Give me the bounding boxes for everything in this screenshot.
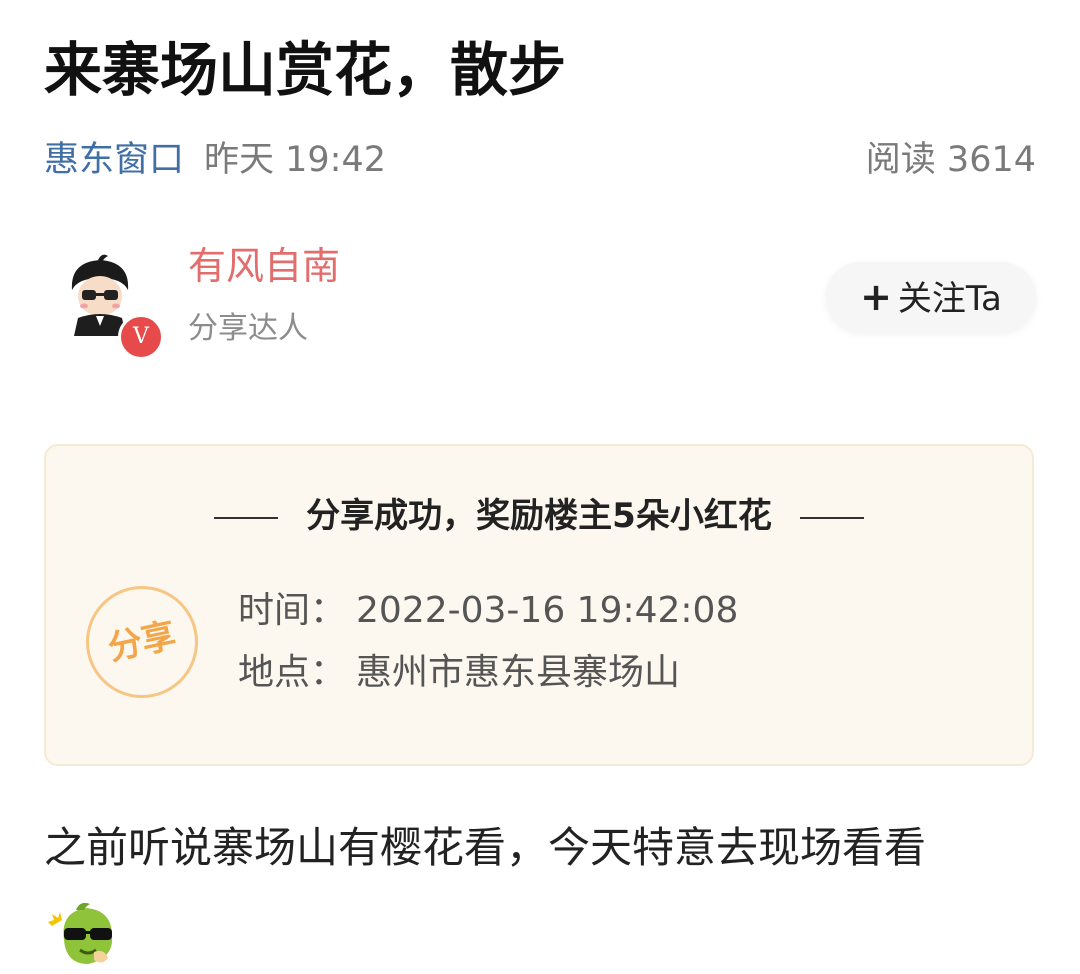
plus-icon: +	[860, 275, 892, 319]
cool-sunglasses-emoji-icon	[46, 896, 126, 970]
card-heading-text: 分享成功，奖励楼主5朵小红花	[306, 496, 772, 536]
divider	[799, 516, 864, 519]
time-label: 时间：	[238, 590, 347, 631]
share-success-card: 分享成功，奖励楼主5朵小红花 分享 时间： 2022-03-16 19:42:08…	[44, 444, 1034, 766]
read-count: 阅读 3614	[865, 140, 1036, 180]
post-meta: 惠东窗口 昨天 19:42 阅读 3614	[44, 138, 1036, 182]
post-time: 昨天 19:42	[204, 140, 387, 180]
verified-badge: V	[118, 314, 164, 360]
author-role: 分享达人	[188, 311, 308, 346]
post-body-text: 之前听说寨场山有樱花看，今天特意去现场看看	[44, 823, 927, 872]
card-heading: 分享成功，奖励楼主5朵小红花	[46, 488, 1032, 544]
share-stamp-icon: 分享	[75, 575, 209, 709]
time-value: 2022-03-16 19:42:08	[356, 590, 739, 631]
divider	[214, 516, 279, 519]
place-label: 地点：	[238, 652, 347, 693]
share-place-row: 地点： 惠州市惠东县寨场山	[238, 648, 680, 698]
post-title: 来寨场山赏花，散步	[44, 36, 567, 104]
author-name[interactable]: 有风自南	[188, 238, 340, 294]
source-link[interactable]: 惠东窗口	[44, 140, 184, 180]
place-value: 惠州市惠东县寨场山	[356, 652, 681, 693]
follow-button[interactable]: + 关注Ta	[826, 262, 1036, 332]
author-row: V 有风自南 分享达人 + 关注Ta	[62, 238, 1042, 368]
share-time-row: 时间： 2022-03-16 19:42:08	[238, 586, 738, 636]
follow-label: 关注Ta	[897, 279, 1002, 319]
